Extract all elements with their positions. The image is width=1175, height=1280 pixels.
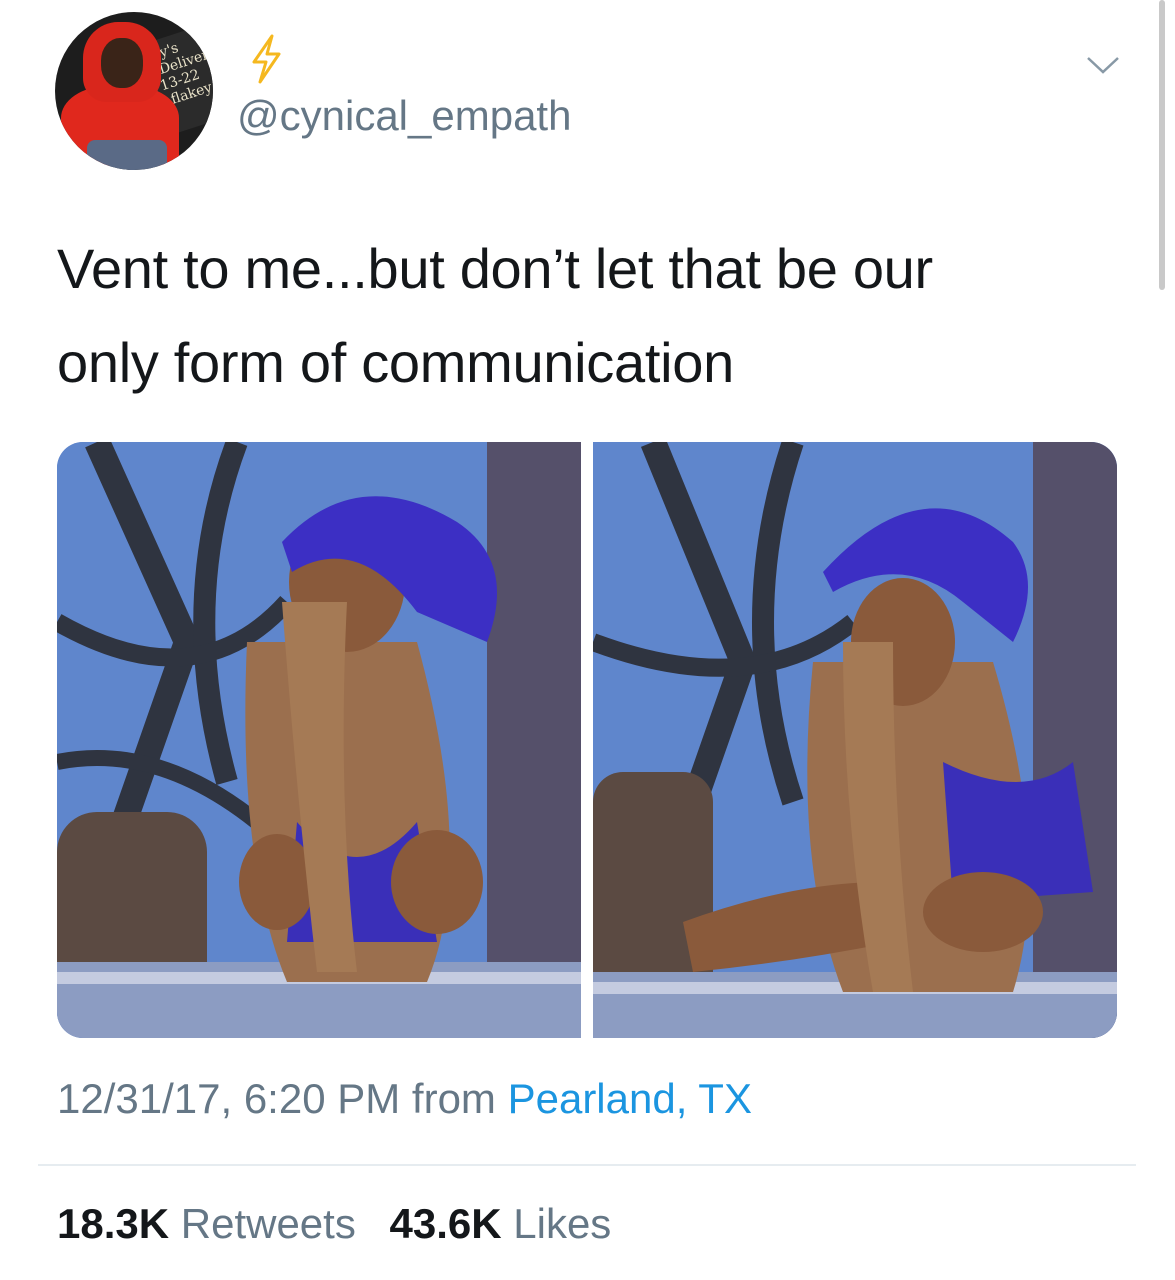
timestamp[interactable]: 12/31/17, 6:20 PM bbox=[57, 1075, 400, 1122]
from-label: from bbox=[411, 1075, 496, 1122]
tweet-stats: 18.3K Retweets 43.6K Likes bbox=[57, 1200, 611, 1248]
tweet-media[interactable] bbox=[57, 442, 1117, 1038]
avatar[interactable]: Key'se Deliver713-22w.flakey bbox=[55, 12, 213, 170]
tweet-meta: 12/31/17, 6:20 PM from Pearland, TX bbox=[57, 1075, 752, 1123]
chevron-down-icon[interactable] bbox=[1085, 54, 1121, 76]
location-link[interactable]: Pearland, TX bbox=[508, 1075, 752, 1122]
media-photo-2[interactable] bbox=[593, 442, 1117, 1038]
tweet-text: Vent to me...but don’t let that be our o… bbox=[57, 222, 1117, 410]
user-handle[interactable]: @cynical_empath bbox=[237, 92, 571, 140]
divider bbox=[38, 1164, 1136, 1166]
lightning-bolt-icon bbox=[252, 34, 281, 84]
retweets-stat[interactable]: 18.3K Retweets bbox=[57, 1200, 356, 1247]
retweets-label: Retweets bbox=[180, 1200, 356, 1247]
likes-stat[interactable]: 43.6K Likes bbox=[390, 1200, 612, 1247]
likes-label: Likes bbox=[513, 1200, 612, 1247]
tweet-header: Key'se Deliver713-22w.flakey @cynical_em… bbox=[55, 12, 1135, 172]
tweet-text-line-2: only form of communication bbox=[57, 331, 734, 394]
media-photo-1[interactable] bbox=[57, 442, 581, 1038]
scrollbar[interactable] bbox=[1159, 0, 1165, 290]
likes-count: 43.6K bbox=[389, 1200, 502, 1247]
tweet-text-line-1: Vent to me...but don’t let that be our bbox=[57, 237, 933, 300]
retweets-count: 18.3K bbox=[57, 1200, 170, 1247]
